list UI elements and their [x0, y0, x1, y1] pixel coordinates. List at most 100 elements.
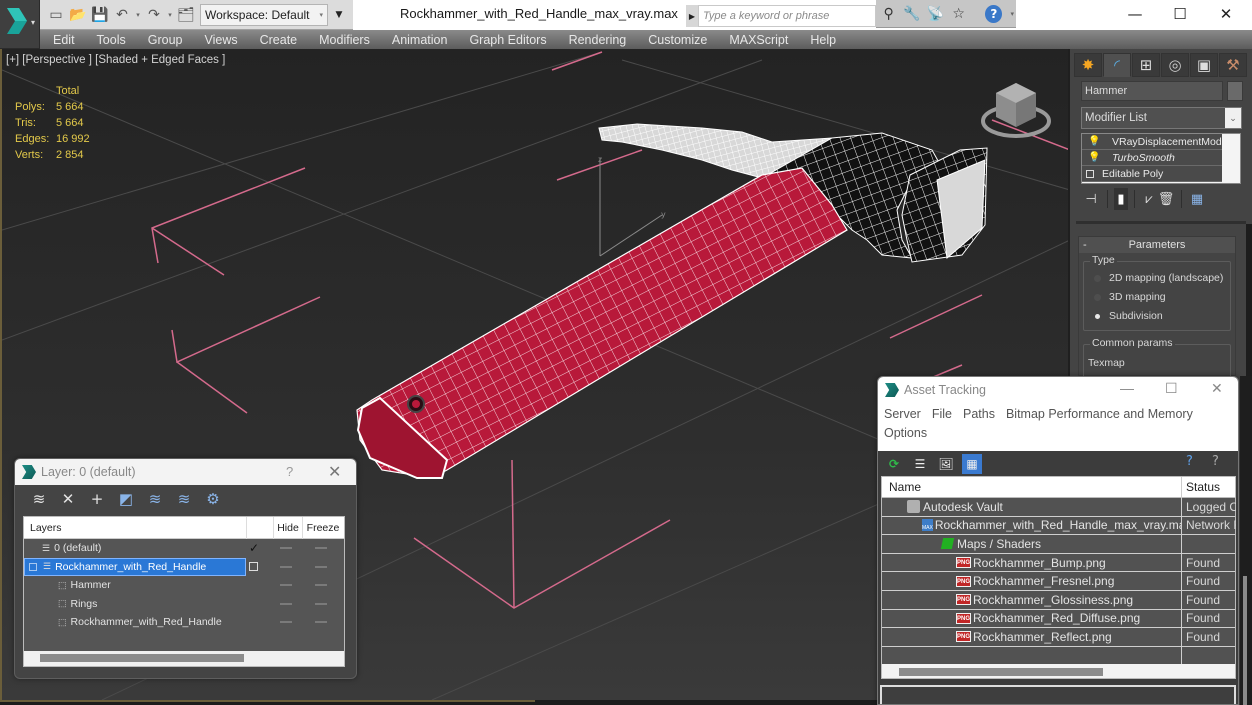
hide-toggle[interactable] — [280, 547, 292, 550]
application-menu-button[interactable]: ▾ — [0, 0, 40, 48]
show-end-result-icon[interactable]: ▮ — [1114, 188, 1128, 210]
maximize-button[interactable]: ☐ — [1165, 380, 1178, 397]
menu-tools[interactable]: Tools — [97, 33, 126, 47]
hierarchy-tab-icon[interactable]: ⊞ — [1132, 53, 1160, 77]
customize-toolbar-icon[interactable]: ▼ — [332, 5, 346, 25]
layer-properties-icon[interactable]: ⚙ — [203, 489, 223, 509]
radio-3d-mapping[interactable]: 3D mapping — [1094, 291, 1166, 303]
new-layer-icon[interactable]: ≋ — [29, 489, 49, 509]
modify-tab-icon[interactable]: ◜ — [1103, 53, 1131, 77]
delete-layer-icon[interactable]: ✕ — [58, 489, 78, 509]
set-current-layer-icon[interactable]: ≋ — [174, 489, 194, 509]
menu-modifiers[interactable]: Modifiers — [319, 33, 370, 47]
layer-row-default[interactable]: ☰ 0 (default) ✓ — [24, 539, 344, 558]
stack-item-editable-poly[interactable]: Editable Poly — [1082, 166, 1222, 182]
lightbulb-icon[interactable]: 💡 — [1088, 136, 1102, 147]
undo-icon[interactable]: ↶ — [112, 5, 132, 25]
expand-box-icon[interactable] — [1086, 169, 1094, 178]
motion-tab-icon[interactable]: ◎ — [1161, 53, 1189, 77]
asset-row-fresnel[interactable]: PNG Rockhammer_Fresnel.png Found — [882, 572, 1235, 591]
asset-tracking-titlebar[interactable]: Asset Tracking — ☐ ✕ — [878, 377, 1238, 403]
layer-row-rockhammer-object[interactable]: ⬚ Rockhammer_with_Red_Handle — [24, 613, 344, 632]
stack-item-vraydisplacement[interactable]: 💡 VRayDisplacementMod — [1082, 134, 1222, 150]
utilities-tab-icon[interactable]: ⚒ — [1219, 53, 1247, 77]
menu-maxscript[interactable]: MAXScript — [729, 33, 788, 47]
menu-animation[interactable]: Animation — [392, 33, 448, 47]
whats-this-icon[interactable]: ? — [1212, 454, 1219, 469]
maximize-button[interactable]: ☐ — [1157, 0, 1203, 28]
asset-row-bump[interactable]: PNG Rockhammer_Bump.png Found — [882, 553, 1235, 573]
redo-icon[interactable]: ↷ — [144, 5, 164, 25]
lightbulb-icon[interactable]: 💡 — [1088, 152, 1102, 163]
freeze-toggle[interactable] — [315, 621, 327, 624]
asset-row-maps[interactable]: Maps / Shaders — [882, 535, 1235, 554]
freeze-toggle[interactable] — [315, 584, 327, 587]
radio-2d-mapping[interactable]: 2D mapping (landscape) — [1094, 272, 1223, 284]
add-to-layer-icon[interactable]: + — [87, 489, 107, 509]
create-tab-icon[interactable]: ✸ — [1074, 53, 1102, 77]
expand-search-icon[interactable]: ▶ — [686, 5, 698, 27]
menu-views[interactable]: Views — [204, 33, 237, 47]
hide-toggle[interactable] — [280, 602, 292, 605]
stack-item-turbosmooth[interactable]: 💡 TurboSmooth — [1082, 150, 1222, 166]
horizontal-scrollbar[interactable] — [40, 654, 244, 662]
satellite-icon[interactable]: 📡 — [927, 5, 944, 23]
viewcube-icon[interactable] — [980, 79, 1052, 141]
pin-stack-icon[interactable]: ⊣ — [1081, 188, 1101, 210]
column-freeze[interactable]: Freeze — [303, 517, 343, 539]
asset-row-diffuse[interactable]: PNG Rockhammer_Red_Diffuse.png Found — [882, 609, 1235, 629]
hide-toggle[interactable] — [280, 565, 292, 568]
asset-row-glossiness[interactable]: PNG Rockhammer_Glossiness.png Found — [882, 590, 1235, 610]
minimize-button[interactable]: — — [1112, 0, 1158, 28]
vertical-scrollbar[interactable] — [1240, 376, 1252, 705]
column-layers[interactable]: Layers — [24, 516, 247, 539]
key-icon[interactable]: 🔧 — [903, 5, 920, 23]
hide-toggle[interactable] — [280, 584, 292, 587]
open-folder-icon[interactable]: 📂 — [68, 5, 88, 25]
object-name-field[interactable]: Hammer — [1081, 81, 1223, 101]
layer-row-rings[interactable]: ⬚ Rings — [24, 595, 344, 614]
asset-row-reflect[interactable]: PNG Rockhammer_Reflect.png Found — [882, 628, 1235, 647]
current-layer-checkmark-icon[interactable]: ✓ — [249, 541, 259, 555]
select-objects-icon[interactable]: ◩ — [116, 489, 136, 509]
redo-dropdown-icon[interactable]: ▾ — [166, 11, 174, 19]
help-icon[interactable]: ? — [985, 4, 1003, 23]
close-button[interactable]: ✕ — [1203, 0, 1249, 28]
new-file-icon[interactable]: ▭ — [46, 5, 66, 25]
undo-dropdown-icon[interactable]: ▾ — [134, 11, 142, 19]
layer-dialog-titlebar[interactable]: Layer: 0 (default) ? ✕ — [15, 459, 356, 485]
set-current-checkbox[interactable] — [249, 562, 258, 572]
configure-modifier-sets-icon[interactable]: ▦ — [1188, 188, 1206, 210]
menu-customize[interactable]: Customize — [648, 33, 707, 47]
menu-server[interactable]: Server — [884, 407, 921, 421]
close-button[interactable]: ✕ — [1211, 380, 1223, 397]
menu-bitmap-performance[interactable]: Bitmap Performance and Memory — [1006, 407, 1193, 421]
freeze-toggle[interactable] — [315, 547, 327, 550]
select-layer-icon[interactable]: ≋ — [145, 489, 165, 509]
freeze-toggle[interactable] — [315, 565, 327, 568]
menu-create[interactable]: Create — [260, 33, 298, 47]
menu-group[interactable]: Group — [148, 33, 183, 47]
binoculars-icon[interactable]: ⚲ — [880, 5, 897, 23]
display-tab-icon[interactable]: ▣ — [1190, 53, 1218, 77]
menu-edit[interactable]: Edit — [53, 33, 75, 47]
help-dropdown-icon[interactable]: ▾ — [1008, 10, 1016, 18]
project-folder-icon[interactable]: 🗂 — [176, 5, 196, 25]
star-icon[interactable]: ☆ — [950, 5, 967, 23]
freeze-toggle[interactable] — [315, 602, 327, 605]
asset-row-max-file[interactable]: MAX Rockhammer_with_Red_Handle_max_vray.m… — [882, 516, 1236, 536]
minimize-button[interactable]: — — [1120, 380, 1134, 396]
search-input[interactable] — [698, 5, 876, 27]
hide-toggle[interactable] — [280, 621, 292, 624]
menu-help[interactable]: Help — [810, 33, 836, 47]
modifier-list-dropdown[interactable]: Modifier List ⌄ — [1081, 107, 1242, 129]
layer-row-rockhammer[interactable]: ☰ Rockhammer_with_Red_Handle — [24, 557, 344, 577]
radio-subdivision[interactable]: Subdivision — [1094, 310, 1163, 322]
workspace-dropdown[interactable]: Workspace: Default ▾ — [200, 3, 328, 26]
object-color-swatch[interactable] — [1227, 81, 1243, 101]
horizontal-scrollbar[interactable] — [899, 668, 1103, 676]
viewport-label[interactable]: [+] [Perspective ] [Shaded + Edged Faces… — [6, 54, 225, 66]
make-unique-icon[interactable]: ⩗ — [1141, 188, 1157, 210]
column-name[interactable]: Name — [882, 476, 1182, 498]
menu-paths[interactable]: Paths — [963, 407, 995, 421]
